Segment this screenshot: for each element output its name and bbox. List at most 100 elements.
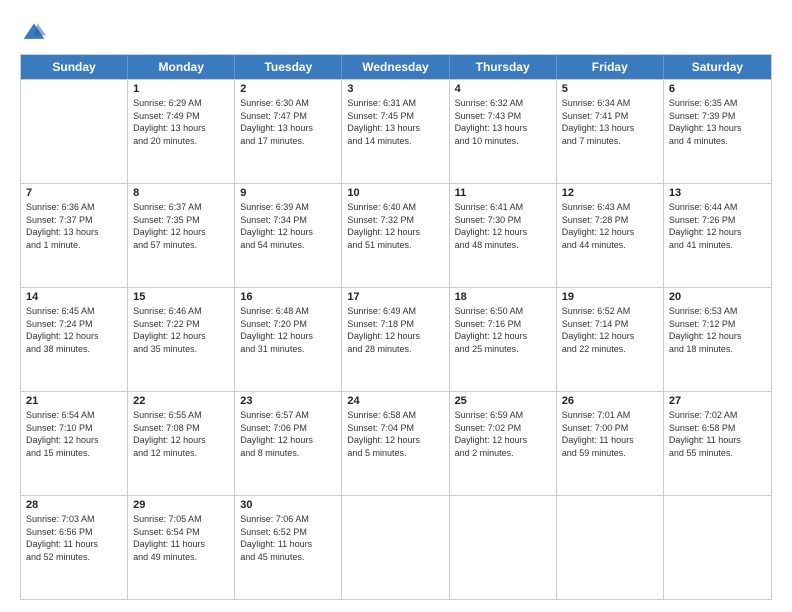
- day-info: Sunrise: 6:37 AM Sunset: 7:35 PM Dayligh…: [133, 201, 229, 251]
- day-info: Sunrise: 6:30 AM Sunset: 7:47 PM Dayligh…: [240, 97, 336, 147]
- day-info: Sunrise: 6:58 AM Sunset: 7:04 PM Dayligh…: [347, 409, 443, 459]
- calendar-cell: 21Sunrise: 6:54 AM Sunset: 7:10 PM Dayli…: [21, 392, 128, 495]
- day-info: Sunrise: 6:35 AM Sunset: 7:39 PM Dayligh…: [669, 97, 766, 147]
- calendar-cell: 24 Sunrise: 6:58 AM Sunset: 7:04 PM Dayli…: [342, 392, 449, 495]
- calendar-cell: 29Sunrise: 7:05 AM Sunset: 6:54 PM Dayli…: [128, 496, 235, 599]
- calendar-cell: 7Sunrise: 6:36 AM Sunset: 7:37 PM Daylig…: [21, 184, 128, 287]
- calendar-cell: 30 Sunrise: 7:06 AM Sunset: 6:52 PM Dayli…: [235, 496, 342, 599]
- day-number: 30: [240, 499, 336, 511]
- day-number: 23: [240, 395, 336, 407]
- calendar-cell: 2 Sunrise: 6:30 AM Sunset: 7:47 PM Daylig…: [235, 80, 342, 183]
- day-info: Sunrise: 6:29 AM Sunset: 7:49 PM Dayligh…: [133, 97, 229, 147]
- day-number: 11: [455, 187, 551, 199]
- day-info: Sunrise: 6:34 AM Sunset: 7:41 PM Dayligh…: [562, 97, 658, 147]
- calendar-cell: 1 Sunrise: 6:29 AM Sunset: 7:49 PM Daylig…: [128, 80, 235, 183]
- day-number: 20: [669, 291, 766, 303]
- day-number: 13: [669, 187, 766, 199]
- day-info: Sunrise: 6:49 AM Sunset: 7:18 PM Dayligh…: [347, 305, 443, 355]
- day-number: 27: [669, 395, 766, 407]
- calendar-cell: 25Sunrise: 6:59 AM Sunset: 7:02 PM Dayli…: [450, 392, 557, 495]
- day-number: 2: [240, 83, 336, 95]
- day-info: Sunrise: 6:48 AM Sunset: 7:20 PM Dayligh…: [240, 305, 336, 355]
- day-number: 16: [240, 291, 336, 303]
- day-info: Sunrise: 6:40 AM Sunset: 7:32 PM Dayligh…: [347, 201, 443, 251]
- calendar-cell: 13 Sunrise: 6:44 AM Sunset: 7:26 PM Dayli…: [664, 184, 771, 287]
- day-number: 1: [133, 83, 229, 95]
- day-number: 10: [347, 187, 443, 199]
- day-info: Sunrise: 6:32 AM Sunset: 7:43 PM Dayligh…: [455, 97, 551, 147]
- calendar-cell: 10 Sunrise: 6:40 AM Sunset: 7:32 PM Dayli…: [342, 184, 449, 287]
- page-header: [20, 16, 772, 44]
- calendar-cell: 23 Sunrise: 6:57 AM Sunset: 7:06 PM Dayli…: [235, 392, 342, 495]
- header-cell-wednesday: Wednesday: [342, 55, 449, 79]
- day-info: Sunrise: 6:41 AM Sunset: 7:30 PM Dayligh…: [455, 201, 551, 251]
- header-cell-monday: Monday: [128, 55, 235, 79]
- day-number: 7: [26, 187, 122, 199]
- day-info: Sunrise: 6:57 AM Sunset: 7:06 PM Dayligh…: [240, 409, 336, 459]
- calendar-header-row: SundayMondayTuesdayWednesdayThursdayFrid…: [21, 55, 771, 79]
- calendar-cell: 19Sunrise: 6:52 AM Sunset: 7:14 PM Dayli…: [557, 288, 664, 391]
- calendar-cell: 11 Sunrise: 6:41 AM Sunset: 7:30 PM Dayli…: [450, 184, 557, 287]
- calendar-cell: [664, 496, 771, 599]
- calendar-cell: [450, 496, 557, 599]
- day-info: Sunrise: 6:43 AM Sunset: 7:28 PM Dayligh…: [562, 201, 658, 251]
- day-info: Sunrise: 7:01 AM Sunset: 7:00 PM Dayligh…: [562, 409, 658, 459]
- day-number: 17: [347, 291, 443, 303]
- day-number: 21: [26, 395, 122, 407]
- calendar-cell: 15 Sunrise: 6:46 AM Sunset: 7:22 PM Dayli…: [128, 288, 235, 391]
- header-cell-sunday: Sunday: [21, 55, 128, 79]
- calendar-cell: [342, 496, 449, 599]
- calendar-cell: [557, 496, 664, 599]
- day-number: 12: [562, 187, 658, 199]
- header-cell-thursday: Thursday: [450, 55, 557, 79]
- logo-icon: [22, 20, 46, 44]
- day-info: Sunrise: 7:03 AM Sunset: 6:56 PM Dayligh…: [26, 513, 122, 563]
- day-number: 29: [133, 499, 229, 511]
- day-number: 6: [669, 83, 766, 95]
- day-number: 9: [240, 187, 336, 199]
- header-cell-friday: Friday: [557, 55, 664, 79]
- day-info: Sunrise: 6:55 AM Sunset: 7:08 PM Dayligh…: [133, 409, 229, 459]
- calendar-cell: 26 Sunrise: 7:01 AM Sunset: 7:00 PM Dayli…: [557, 392, 664, 495]
- calendar-cell: 22 Sunrise: 6:55 AM Sunset: 7:08 PM Dayli…: [128, 392, 235, 495]
- day-info: Sunrise: 6:50 AM Sunset: 7:16 PM Dayligh…: [455, 305, 551, 355]
- day-info: Sunrise: 6:53 AM Sunset: 7:12 PM Dayligh…: [669, 305, 766, 355]
- calendar-cell: 3Sunrise: 6:31 AM Sunset: 7:45 PM Daylig…: [342, 80, 449, 183]
- calendar-row-2: 14 Sunrise: 6:45 AM Sunset: 7:24 PM Dayli…: [21, 287, 771, 391]
- day-info: Sunrise: 7:02 AM Sunset: 6:58 PM Dayligh…: [669, 409, 766, 459]
- calendar-row-0: 1 Sunrise: 6:29 AM Sunset: 7:49 PM Daylig…: [21, 79, 771, 183]
- calendar-cell: 8 Sunrise: 6:37 AM Sunset: 7:35 PM Daylig…: [128, 184, 235, 287]
- calendar-cell: 18 Sunrise: 6:50 AM Sunset: 7:16 PM Dayli…: [450, 288, 557, 391]
- calendar-cell: 5 Sunrise: 6:34 AM Sunset: 7:41 PM Daylig…: [557, 80, 664, 183]
- calendar-cell: 14 Sunrise: 6:45 AM Sunset: 7:24 PM Dayli…: [21, 288, 128, 391]
- calendar-cell: 12 Sunrise: 6:43 AM Sunset: 7:28 PM Dayli…: [557, 184, 664, 287]
- day-number: 5: [562, 83, 658, 95]
- day-number: 24: [347, 395, 443, 407]
- day-info: Sunrise: 6:44 AM Sunset: 7:26 PM Dayligh…: [669, 201, 766, 251]
- day-number: 3: [347, 83, 443, 95]
- calendar-cell: 9 Sunrise: 6:39 AM Sunset: 7:34 PM Daylig…: [235, 184, 342, 287]
- calendar-cell: 17 Sunrise: 6:49 AM Sunset: 7:18 PM Dayli…: [342, 288, 449, 391]
- day-number: 22: [133, 395, 229, 407]
- day-info: Sunrise: 6:45 AM Sunset: 7:24 PM Dayligh…: [26, 305, 122, 355]
- day-number: 25: [455, 395, 551, 407]
- calendar-cell: 20 Sunrise: 6:53 AM Sunset: 7:12 PM Dayli…: [664, 288, 771, 391]
- day-info: Sunrise: 6:46 AM Sunset: 7:22 PM Dayligh…: [133, 305, 229, 355]
- day-info: Sunrise: 7:06 AM Sunset: 6:52 PM Dayligh…: [240, 513, 336, 563]
- calendar-cell: 6 Sunrise: 6:35 AM Sunset: 7:39 PM Daylig…: [664, 80, 771, 183]
- day-number: 15: [133, 291, 229, 303]
- calendar-cell: 27 Sunrise: 7:02 AM Sunset: 6:58 PM Dayli…: [664, 392, 771, 495]
- calendar: SundayMondayTuesdayWednesdayThursdayFrid…: [20, 54, 772, 600]
- day-number: 18: [455, 291, 551, 303]
- day-number: 28: [26, 499, 122, 511]
- day-info: Sunrise: 6:39 AM Sunset: 7:34 PM Dayligh…: [240, 201, 336, 251]
- day-number: 8: [133, 187, 229, 199]
- day-number: 14: [26, 291, 122, 303]
- calendar-cell: 28 Sunrise: 7:03 AM Sunset: 6:56 PM Dayli…: [21, 496, 128, 599]
- day-number: 26: [562, 395, 658, 407]
- calendar-cell: 4Sunrise: 6:32 AM Sunset: 7:43 PM Daylig…: [450, 80, 557, 183]
- calendar-row-4: 28 Sunrise: 7:03 AM Sunset: 6:56 PM Dayli…: [21, 495, 771, 599]
- calendar-cell: [21, 80, 128, 183]
- calendar-row-1: 7Sunrise: 6:36 AM Sunset: 7:37 PM Daylig…: [21, 183, 771, 287]
- header-cell-saturday: Saturday: [664, 55, 771, 79]
